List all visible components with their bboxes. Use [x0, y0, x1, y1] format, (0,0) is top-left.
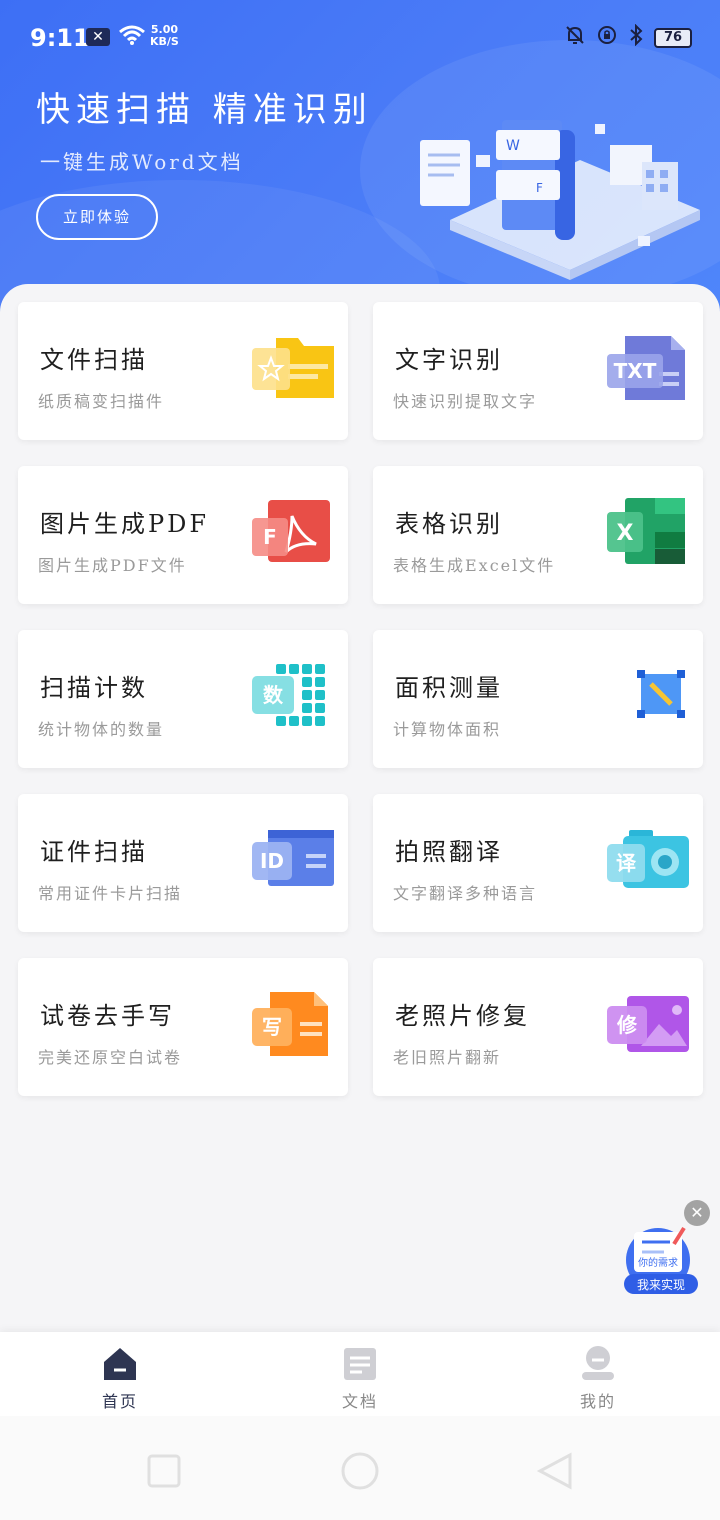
feature-desc: 表格生成Excel文件 — [393, 556, 556, 575]
wifi-icon — [118, 24, 146, 52]
feature-title: 表格识别 — [395, 510, 503, 538]
camera-translate-icon: 译 — [607, 830, 689, 888]
feature-desc: 纸质稿变扫描件 — [38, 392, 165, 411]
status-right-icons: 76 — [564, 23, 692, 51]
feature-card-photo-translate[interactable]: 拍照翻译 文字翻译多种语言 译 — [373, 794, 703, 932]
feature-card-id-scan[interactable]: 证件扫描 常用证件卡片扫描 ID — [18, 794, 348, 932]
bottom-navigation: 首页 文档 我的 — [0, 1332, 720, 1416]
system-navigation-bar — [0, 1416, 720, 1520]
illustration-letter-f: F — [536, 181, 543, 195]
feature-title: 证件扫描 — [40, 838, 148, 866]
feature-card-old-photo-repair[interactable]: 老照片修复 老旧照片翻新 修 — [373, 958, 703, 1096]
recent-apps-icon[interactable] — [147, 1454, 181, 1488]
document-icon — [344, 1348, 376, 1380]
feature-card-image-to-pdf[interactable]: 图片生成PDF 图片生成PDF文件 F — [18, 466, 348, 604]
network-speed-unit: KB/S — [150, 35, 179, 48]
feature-icon-badge: 写 — [262, 1015, 282, 1039]
feature-card-file-scan[interactable]: 文件扫描 纸质稿变扫描件 — [18, 302, 348, 440]
network-speed: 5.00 KB/S — [150, 24, 179, 48]
nav-label: 文档 — [341, 1392, 378, 1411]
feature-title: 文件扫描 — [40, 346, 148, 374]
feature-title: 文字识别 — [395, 346, 503, 374]
nav-tab-profile[interactable]: 我的 — [538, 1338, 658, 1412]
exam-paper-icon: 写 — [252, 992, 328, 1056]
nav-label: 首页 — [101, 1392, 138, 1411]
notification-badge: ✕ — [86, 28, 110, 46]
feature-icon-badge: 修 — [616, 1013, 638, 1037]
home-icon — [104, 1348, 136, 1380]
id-card-icon: ID — [252, 830, 334, 886]
nav-tab-documents[interactable]: 文档 — [300, 1338, 420, 1412]
back-icon[interactable] — [536, 1452, 572, 1490]
mute-bell-icon — [564, 24, 586, 51]
hero-subtitle: 一键生成Word文档 — [40, 150, 244, 174]
battery-indicator: 76 — [654, 27, 692, 48]
home-system-icon[interactable] — [341, 1452, 379, 1490]
close-icon[interactable]: ✕ — [684, 1200, 710, 1226]
lock-rotation-icon — [596, 24, 618, 51]
feature-icon-badge: TXT — [614, 359, 657, 383]
feature-title: 面积测量 — [395, 674, 503, 702]
promo-line-2: 我来实现 — [637, 1277, 685, 1292]
feature-title: 试卷去手写 — [40, 1002, 175, 1030]
status-bar: 9:11 ✕ 5.00 KB/S 76 — [0, 0, 720, 72]
nav-label: 我的 — [579, 1392, 616, 1411]
feature-icon-badge: 译 — [616, 851, 637, 875]
feature-desc: 计算物体面积 — [393, 720, 502, 739]
try-now-button[interactable]: 立即体验 — [36, 194, 158, 240]
bluetooth-icon — [628, 23, 644, 51]
feature-desc: 统计物体的数量 — [38, 720, 165, 739]
promo-line-1: 你的需求 — [638, 1256, 678, 1269]
feedback-promo-button[interactable]: 你的需求 我来实现 — [622, 1224, 702, 1300]
feature-desc: 老旧照片翻新 — [393, 1048, 502, 1067]
feature-icon-badge: F — [263, 525, 277, 549]
feature-card-text-recognition[interactable]: 文字识别 快速识别提取文字 TXT — [373, 302, 703, 440]
scan-illustration: W F — [420, 120, 700, 280]
feature-card-remove-handwriting[interactable]: 试卷去手写 完美还原空白试卷 写 — [18, 958, 348, 1096]
illustration-letter-w: W — [506, 138, 520, 154]
feature-desc: 完美还原空白试卷 — [38, 1048, 183, 1067]
hero-banner: 9:11 ✕ 5.00 KB/S 76 快速扫描 精准识别 一键生成Word文档… — [0, 0, 720, 330]
feature-icon-badge: 数 — [263, 683, 284, 707]
feature-icon-badge: ID — [260, 849, 284, 873]
feature-desc: 图片生成PDF文件 — [38, 556, 187, 575]
feature-card-table-recognition[interactable]: 表格识别 表格生成Excel文件 X — [373, 466, 703, 604]
grid-count-icon: 数 — [252, 664, 325, 726]
feature-card-scan-count[interactable]: 扫描计数 统计物体的数量 数 — [18, 630, 348, 768]
feature-title: 扫描计数 — [40, 674, 148, 702]
feature-desc: 快速识别提取文字 — [393, 392, 538, 411]
feature-desc: 文字翻译多种语言 — [393, 884, 538, 903]
photo-repair-icon: 修 — [607, 996, 689, 1052]
feature-card-area-measure[interactable]: 面积测量 计算物体面积 — [373, 630, 703, 768]
folder-star-icon — [252, 338, 334, 398]
area-measure-icon — [637, 670, 685, 718]
nav-tab-home[interactable]: 首页 — [60, 1338, 180, 1412]
feedback-promo-graphic: 你的需求 我来实现 — [624, 1226, 698, 1294]
hero-title: 快速扫描 精准识别 — [36, 90, 373, 130]
feature-desc: 常用证件卡片扫描 — [38, 884, 183, 903]
feature-icon-badge: X — [617, 521, 634, 546]
excel-file-icon: X — [607, 498, 685, 564]
feature-title: 图片生成PDF — [40, 510, 210, 538]
feature-title: 拍照翻译 — [395, 838, 503, 866]
profile-icon — [582, 1346, 614, 1380]
status-time: 9:11 — [30, 24, 90, 52]
pdf-file-icon: F — [252, 500, 330, 562]
txt-file-icon: TXT — [607, 336, 685, 400]
feature-title: 老照片修复 — [395, 1002, 530, 1030]
